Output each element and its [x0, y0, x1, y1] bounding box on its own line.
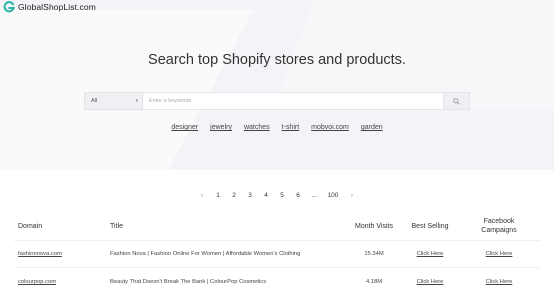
column-header-domain: Domain: [18, 223, 43, 230]
pagination-next[interactable]: ›: [344, 192, 360, 199]
pagination: ‹ 1 2 3 4 5 6 ... 100 ›: [0, 192, 554, 199]
row-divider: [14, 240, 540, 241]
tag-link[interactable]: designer: [171, 124, 198, 131]
column-header-best-selling: Best Selling: [411, 223, 449, 230]
column-header-facebook-campaigns: Facebook Campaigns: [481, 218, 517, 234]
month-visits-value: 4.18M: [365, 279, 383, 285]
page-link[interactable]: 5: [274, 192, 290, 199]
site-name: GlobalShopList.com: [18, 2, 96, 12]
page-link[interactable]: 3: [242, 192, 258, 199]
best-selling-link[interactable]: Click Here: [404, 279, 456, 285]
tag-link[interactable]: watches: [244, 124, 270, 131]
tag-link[interactable]: mobvoi.com: [311, 124, 349, 131]
column-header-month-visits: Month Visits: [355, 223, 393, 230]
chevron-down-icon: ▾: [135, 98, 138, 104]
search-button[interactable]: [443, 92, 470, 110]
month-visits-value: 15.34M: [364, 251, 384, 257]
store-title: Fashion Nova | Fashion Online For Women …: [110, 251, 301, 257]
row-divider: [14, 267, 540, 268]
column-header-title: Title: [110, 223, 123, 230]
page-link[interactable]: 2: [226, 192, 242, 199]
facebook-campaigns-link[interactable]: Click Here: [470, 251, 528, 257]
store-title: Beauty That Doesn't Break The Bank | Col…: [110, 279, 267, 285]
tag-link[interactable]: jewelry: [210, 124, 232, 131]
category-select-value: All: [91, 98, 98, 104]
page-link[interactable]: 6: [290, 192, 306, 199]
site-logo[interactable]: GlobalShopList.com: [3, 1, 96, 13]
domain-link[interactable]: colourpop.com: [18, 279, 56, 285]
pagination-prev[interactable]: ‹: [194, 192, 210, 199]
domain-link[interactable]: fashionnova.com: [18, 251, 62, 257]
hero-background-shape: [0, 10, 254, 170]
category-select[interactable]: All ▾: [84, 92, 143, 110]
search-icon: [453, 97, 460, 105]
facebook-campaigns-link[interactable]: Click Here: [470, 279, 528, 285]
popular-tags: designer jewelry watches t-shirt mobvoi.…: [0, 124, 554, 131]
tag-link[interactable]: t-shirt: [282, 124, 300, 131]
page-link[interactable]: 4: [258, 192, 274, 199]
search-bar: All ▾: [84, 92, 470, 110]
logo-icon: [3, 1, 15, 13]
pagination-ellipsis: ...: [311, 192, 317, 199]
page-link[interactable]: 100: [322, 192, 344, 199]
best-selling-link[interactable]: Click Here: [404, 251, 456, 257]
page-link[interactable]: 1: [210, 192, 226, 199]
page-title: Search top Shopify stores and products.: [148, 52, 406, 68]
hero-section: GlobalShopList.com Search top Shopify st…: [0, 0, 554, 170]
tag-link[interactable]: garden: [361, 124, 383, 131]
search-input[interactable]: [143, 92, 443, 110]
